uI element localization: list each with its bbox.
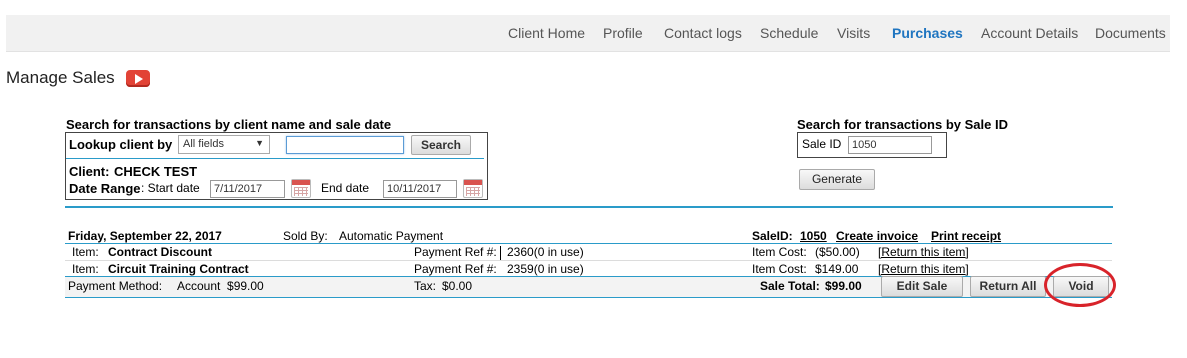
date-range-label: Date Range xyxy=(69,181,141,196)
calendar-icon[interactable] xyxy=(291,179,311,198)
payment-ref-label: Payment Ref #: xyxy=(414,245,497,259)
generate-button[interactable]: Generate xyxy=(799,169,875,190)
void-highlight-circle xyxy=(1044,263,1116,307)
return-item-link[interactable]: [Return this item] xyxy=(878,262,969,276)
end-date-input[interactable]: 10/11/2017 xyxy=(383,180,457,198)
nav-schedule[interactable]: Schedule xyxy=(760,25,818,41)
sale-date: Friday, September 22, 2017 xyxy=(68,229,222,243)
nav-account-details[interactable]: Account Details xyxy=(981,25,1078,41)
sale-id-link[interactable]: 1050 xyxy=(800,229,827,243)
item-label: Item: xyxy=(72,245,99,259)
item-cost-label: Item Cost: xyxy=(752,245,807,259)
sold-by-label: Sold By: xyxy=(283,229,328,243)
item-name: Circuit Training Contract xyxy=(108,262,249,276)
item-label: Item: xyxy=(72,262,99,276)
print-receipt-link[interactable]: Print receipt xyxy=(931,229,1001,243)
nav-contact-logs[interactable]: Contact logs xyxy=(664,25,742,41)
start-date-label: : Start date xyxy=(141,181,200,195)
edit-sale-button[interactable]: Edit Sale xyxy=(881,276,963,297)
page-title: Manage Sales xyxy=(6,68,115,87)
dropdown-arrow-icon: ▼ xyxy=(255,138,264,148)
calendar-icon[interactable] xyxy=(463,179,483,198)
item-cost-value: ($50.00) xyxy=(815,245,860,259)
sale-header-divider xyxy=(65,243,1112,244)
sale-id-header-label: SaleID: xyxy=(752,229,793,243)
client-search-heading: Search for transactions by client name a… xyxy=(66,117,392,132)
client-label: Client: xyxy=(69,164,110,179)
sale-total-value: $99.00 xyxy=(825,279,862,293)
payment-ref-value: 2360(0 in use) xyxy=(507,245,584,259)
top-nav-bar: Client Home Profile Contact logs Schedul… xyxy=(6,15,1170,52)
saleid-search-panel: Sale ID 1050 xyxy=(797,132,947,158)
client-name: CHECK TEST xyxy=(114,164,198,179)
payment-method-label: Payment Method: xyxy=(68,279,163,293)
item-cost-label: Item Cost: xyxy=(752,262,807,276)
youtube-play-icon[interactable] xyxy=(126,70,150,87)
item-name: Contract Discount xyxy=(108,245,213,259)
nav-purchases[interactable]: Purchases xyxy=(892,25,963,41)
tax-label: Tax: xyxy=(414,279,437,293)
tax-value: $0.00 xyxy=(442,279,473,293)
nav-profile[interactable]: Profile xyxy=(603,25,643,41)
row-divider xyxy=(65,260,1112,261)
lookup-selected-value: All fields xyxy=(183,138,224,150)
client-lookup-input[interactable] xyxy=(286,136,404,154)
payment-row-bottom-divider xyxy=(65,297,1112,298)
lookup-label: Lookup client by xyxy=(69,137,173,152)
payment-ref-label: Payment Ref #: xyxy=(414,262,497,276)
lookup-field-select[interactable]: All fields ▼ xyxy=(178,135,270,154)
nav-visits[interactable]: Visits xyxy=(837,25,870,41)
search-button[interactable]: Search xyxy=(411,135,471,155)
item-cost-value: $149.00 xyxy=(815,262,859,276)
sale-id-input[interactable]: 1050 xyxy=(848,136,932,154)
create-invoice-link[interactable]: Create invoice xyxy=(836,229,918,243)
saleid-search-heading: Search for transactions by Sale ID xyxy=(797,117,1008,132)
end-date-label: End date xyxy=(321,181,370,195)
divider xyxy=(66,158,484,159)
return-all-button[interactable]: Return All xyxy=(970,276,1046,297)
sale-total-label: Sale Total: xyxy=(760,279,820,293)
start-date-input[interactable]: 7/11/2017 xyxy=(210,180,285,198)
client-search-panel: Lookup client by All fields ▼ Search Cli… xyxy=(65,132,488,200)
payment-method-value: Account $99.00 xyxy=(177,279,264,293)
results-divider xyxy=(65,206,1113,208)
nav-documents[interactable]: Documents xyxy=(1095,25,1166,41)
return-item-link[interactable]: [Return this item] xyxy=(878,245,969,259)
nav-client-home[interactable]: Client Home xyxy=(508,25,585,41)
sale-id-label: Sale ID xyxy=(802,137,842,151)
sold-by-value: Automatic Payment xyxy=(339,229,444,243)
text-cursor-icon xyxy=(500,246,501,260)
payment-ref-value: 2359(0 in use) xyxy=(507,262,584,276)
